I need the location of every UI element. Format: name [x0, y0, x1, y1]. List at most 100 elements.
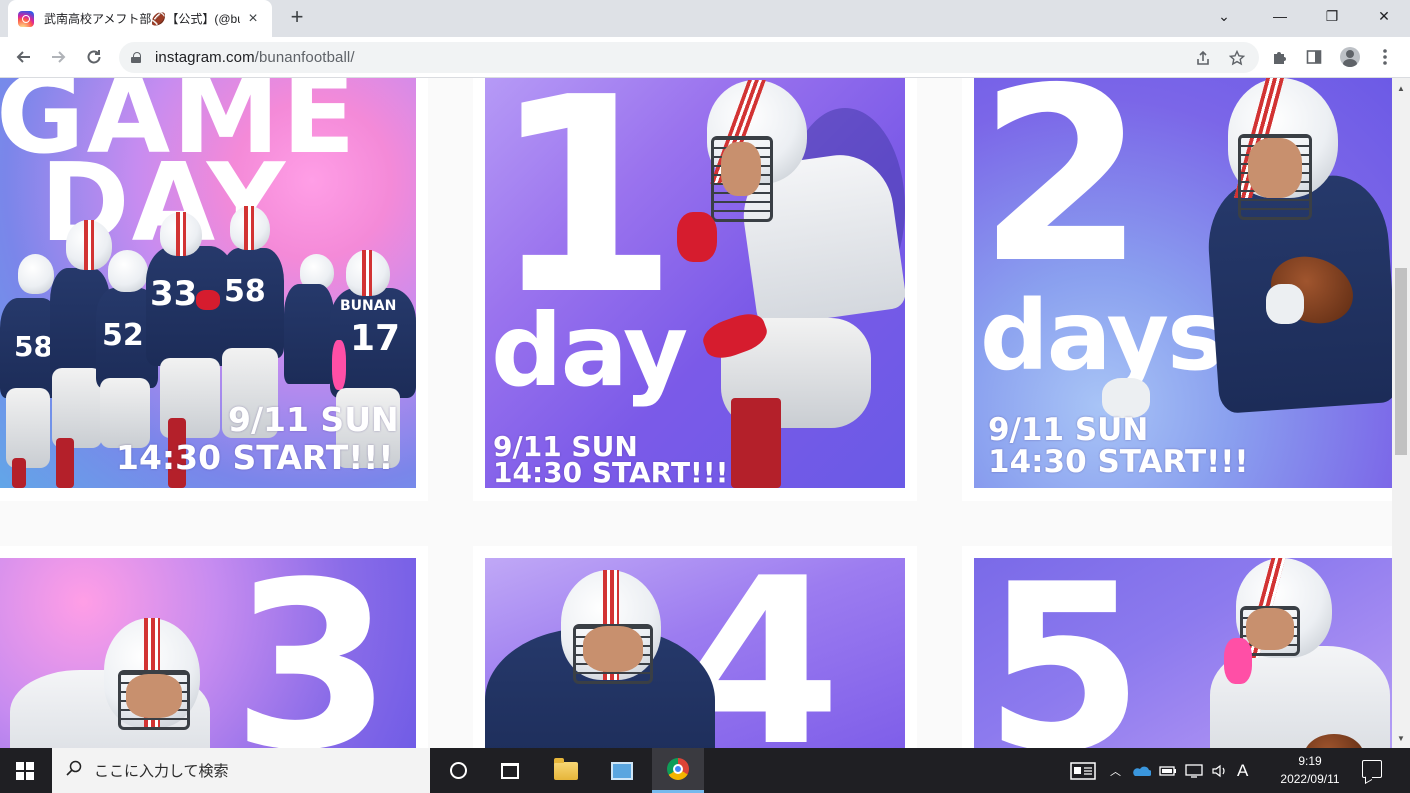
control-panel-button[interactable] — [597, 748, 647, 793]
instagram-icon — [18, 10, 34, 27]
clock-time: 9:19 — [1298, 754, 1322, 768]
onedrive-icon[interactable] — [1131, 765, 1151, 777]
helmet — [18, 254, 54, 294]
jersey-number: 58 — [14, 330, 53, 363]
system-tray: ︿ A — [1070, 748, 1248, 793]
url-host: instagram.com — [155, 49, 255, 66]
file-explorer-button[interactable] — [541, 748, 591, 793]
bookmark-star-icon[interactable] — [1225, 46, 1249, 70]
page-scrollbar[interactable]: ▲ ▼ — [1392, 78, 1410, 748]
lock-icon — [131, 52, 141, 63]
scroll-down-icon[interactable]: ▼ — [1392, 730, 1410, 746]
scroll-thumb[interactable] — [1395, 268, 1407, 455]
control-panel-icon — [611, 761, 633, 780]
omnibox-actions — [1191, 46, 1249, 70]
address-bar[interactable]: instagram.com/bunanfootball/ — [119, 42, 1259, 73]
player-sock — [12, 458, 26, 488]
new-tab-button[interactable]: + — [285, 6, 309, 30]
windows-logo-icon — [16, 761, 34, 780]
start-button[interactable] — [0, 748, 50, 793]
countdown-number: 3 — [232, 558, 393, 748]
post-game-day[interactable]: GAME DAY 58 52 33 58 BUNAN 17 9/11 SUN 1… — [0, 78, 428, 501]
news-widget-icon[interactable] — [1070, 761, 1096, 780]
search-placeholder: ここに入力して検索 — [94, 763, 229, 780]
chevron-up-icon[interactable]: ︿ — [1110, 763, 1121, 779]
minimize-button[interactable]: — — [1254, 0, 1306, 32]
volume-icon[interactable] — [1211, 764, 1229, 778]
browser-toolbar: instagram.com/bunanfootball/ — [0, 37, 1410, 78]
post-5[interactable]: 5 — [962, 546, 1392, 748]
profile-button[interactable] — [1337, 44, 1363, 70]
post-4[interactable]: 4 — [473, 546, 917, 748]
chrome-taskbar-button[interactable] — [652, 748, 704, 793]
forward-arrow-icon — [52, 51, 66, 63]
battery-icon[interactable] — [1159, 765, 1177, 777]
network-icon[interactable] — [1185, 763, 1203, 778]
tab-search-button[interactable]: ⌄ — [1202, 0, 1246, 32]
player-glove — [1224, 638, 1252, 684]
player-sock — [56, 438, 74, 488]
countdown-unit: day — [491, 292, 688, 409]
reload-icon — [87, 50, 101, 64]
menu-button[interactable] — [1372, 44, 1398, 70]
clock-date: 2022/09/11 — [1280, 772, 1340, 786]
post-2-days[interactable]: 2 days 9/11 SUN 14:30 START!!! — [962, 78, 1392, 501]
search-icon — [66, 760, 82, 781]
countdown-number: 1 — [491, 78, 679, 354]
folder-icon — [554, 757, 578, 780]
page-viewport: GAME DAY 58 52 33 58 BUNAN 17 9/11 SUN 1… — [0, 78, 1392, 748]
task-view-button[interactable] — [485, 748, 535, 793]
window-controls: ⌄ — ❐ ✕ — [1202, 0, 1410, 32]
ime-indicator[interactable]: A — [1237, 761, 1248, 781]
reload-button[interactable] — [81, 44, 107, 70]
jersey-number: 58 — [224, 274, 266, 309]
notification-center-icon[interactable] — [1362, 760, 1382, 778]
back-button[interactable] — [10, 44, 36, 70]
post-time: 14:30 START!!! — [493, 456, 729, 488]
countdown-number: 5 — [984, 558, 1145, 748]
taskbar-search-box[interactable]: ここに入力して検索 — [52, 748, 430, 793]
browser-tab[interactable]: 武南高校アメフト部🏈【公式】(@bunanfootball) × — [8, 0, 272, 37]
jersey-team-name: BUNAN — [340, 298, 397, 314]
jersey-number: 52 — [102, 318, 144, 353]
post-image: GAME DAY 58 52 33 58 BUNAN 17 9/11 SUN 1… — [0, 78, 416, 488]
player-face — [721, 142, 761, 196]
side-panel-icon — [1306, 50, 1322, 64]
post-1-day[interactable]: 1 day 9/11 SUN 14:30 START!!! — [473, 78, 917, 501]
player-glove — [1266, 284, 1304, 324]
post-image: 3 — [0, 558, 416, 748]
puzzle-icon — [1274, 52, 1286, 64]
url-text: instagram.com/bunanfootball/ — [155, 49, 355, 66]
extensions-button[interactable] — [1267, 44, 1293, 70]
tab-close-button[interactable]: × — [244, 10, 262, 28]
side-panel-button[interactable] — [1301, 44, 1327, 70]
post-3[interactable]: 3 — [0, 546, 428, 748]
post-image: 5 — [974, 558, 1392, 748]
post-time: 14:30 START!!! — [988, 444, 1249, 480]
scroll-up-icon[interactable]: ▲ — [1392, 80, 1410, 96]
tab-title: 武南高校アメフト部🏈【公式】(@bunanfootball) — [44, 12, 240, 26]
player-glove — [196, 290, 220, 310]
profile-avatar-icon — [1340, 47, 1360, 67]
chrome-icon — [667, 758, 689, 780]
close-window-button[interactable]: ✕ — [1358, 0, 1410, 32]
countdown-unit: days — [980, 280, 1224, 392]
player-glove — [677, 212, 717, 262]
cortana-icon — [449, 762, 467, 779]
countdown-number: 2 — [978, 78, 1145, 316]
player-jersey — [284, 284, 334, 384]
task-view-icon — [501, 762, 519, 779]
cortana-button[interactable] — [433, 748, 483, 793]
player-sock — [731, 398, 781, 488]
share-icon[interactable] — [1191, 46, 1215, 70]
restore-button[interactable]: ❐ — [1306, 0, 1358, 32]
player-glove — [332, 340, 346, 390]
post-time: 14:30 START!!! — [116, 438, 394, 477]
forward-button[interactable] — [46, 44, 72, 70]
jersey-number: 33 — [150, 274, 198, 314]
helmet — [66, 220, 112, 270]
taskbar-clock[interactable]: 9:19 2022/09/11 — [1270, 752, 1350, 788]
player-face — [1246, 608, 1294, 650]
post-image: 2 days 9/11 SUN 14:30 START!!! — [974, 78, 1392, 488]
post-date: 9/11 SUN — [228, 400, 399, 439]
